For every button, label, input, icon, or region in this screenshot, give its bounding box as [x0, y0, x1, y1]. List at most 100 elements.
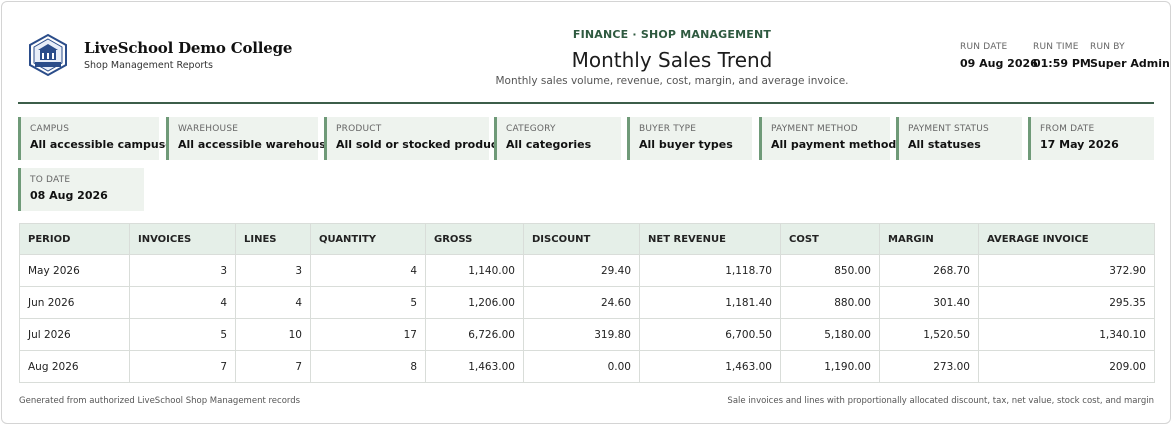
filter-label: TO DATE [30, 175, 71, 185]
run-date: RUN DATE 09 Aug 2026 [960, 42, 1038, 70]
table-row: Jul 2026 5 10 17 6,726.00 319.80 6,700.5… [19, 318, 1155, 351]
column-header: MARGIN [879, 223, 979, 255]
lines-cell: 4 [235, 286, 311, 319]
report-kicker: FINANCE · SHOP MANAGEMENT [572, 28, 772, 41]
filter-label: PAYMENT STATUS [908, 124, 989, 134]
cost-cell: 5,180.00 [780, 318, 880, 351]
invoices-cell: 7 [129, 350, 236, 383]
net-revenue-cell: 1,118.70 [639, 254, 781, 287]
run-time: RUN TIME 01:59 PM [1033, 42, 1091, 70]
run-by-label: RUN BY [1090, 42, 1125, 52]
cost-cell: 1,190.00 [780, 350, 880, 383]
filter-value: 08 Aug 2026 [30, 189, 108, 202]
invoices-cell: 5 [129, 318, 236, 351]
page-title: Monthly Sales Trend [571, 48, 773, 72]
filter-value: All accessible campuses [30, 138, 180, 151]
invoices-cell: 3 [129, 254, 236, 287]
filter-value: 17 May 2026 [1040, 138, 1119, 151]
footer-method-note: Sale invoices and lines with proportiona… [727, 396, 1154, 406]
period-cell: Jun 2026 [19, 286, 130, 319]
table-header-row: PERIOD INVOICES LINES QUANTITY GROSS DIS… [19, 223, 1155, 255]
college-name: LiveSchool Demo College [84, 39, 293, 57]
filter-label: PAYMENT METHOD [771, 124, 858, 134]
column-header: AVERAGE INVOICE [978, 223, 1155, 255]
column-header: QUANTITY [310, 223, 426, 255]
filter-label: CATEGORY [506, 124, 556, 134]
quantity-cell: 5 [310, 286, 426, 319]
period-cell: Jul 2026 [19, 318, 130, 351]
period-cell: May 2026 [19, 254, 130, 287]
column-header: INVOICES [129, 223, 236, 255]
lines-cell: 7 [235, 350, 311, 383]
table-row: Jun 2026 4 4 5 1,206.00 24.60 1,181.40 8… [19, 286, 1155, 319]
filter-category: CATEGORY All categories [494, 117, 621, 160]
college-crest-icon [29, 33, 67, 77]
average-invoice-cell: 295.35 [978, 286, 1155, 319]
filter-value: All categories [506, 138, 592, 151]
column-header: COST [780, 223, 880, 255]
filter-from-date: FROM DATE 17 May 2026 [1028, 117, 1154, 160]
filter-warehouse: WAREHOUSE All accessible warehouses [166, 117, 340, 160]
average-invoice-cell: 372.90 [978, 254, 1155, 287]
run-by-value: Super Admin [1090, 57, 1170, 70]
column-header: PERIOD [19, 223, 130, 255]
column-header: DISCOUNT [523, 223, 640, 255]
margin-cell: 1,520.50 [879, 318, 979, 351]
quantity-cell: 4 [310, 254, 426, 287]
column-header: GROSS [425, 223, 524, 255]
filter-to-date: TO DATE 08 Aug 2026 [18, 168, 144, 211]
gross-cell: 6,726.00 [425, 318, 524, 351]
discount-cell: 319.80 [523, 318, 640, 351]
run-date-value: 09 Aug 2026 [960, 57, 1038, 70]
filter-value: All accessible warehouses [178, 138, 340, 151]
net-revenue-cell: 6,700.50 [639, 318, 781, 351]
filter-value: All statuses [908, 138, 981, 151]
filter-label: FROM DATE [1040, 124, 1095, 134]
margin-cell: 268.70 [879, 254, 979, 287]
margin-cell: 301.40 [879, 286, 979, 319]
filter-value: All buyer types [639, 138, 733, 151]
report-subtitle: Monthly sales volume, revenue, cost, mar… [495, 75, 849, 87]
net-revenue-cell: 1,463.00 [639, 350, 781, 383]
lines-cell: 3 [235, 254, 311, 287]
column-header: LINES [235, 223, 311, 255]
header-divider [18, 102, 1154, 104]
table-row: Aug 2026 7 7 8 1,463.00 0.00 1,463.00 1,… [19, 350, 1155, 383]
filter-label: BUYER TYPE [639, 124, 697, 134]
filter-value: All payment methods [771, 138, 903, 151]
gross-cell: 1,206.00 [425, 286, 524, 319]
discount-cell: 0.00 [523, 350, 640, 383]
filter-value: All sold or stocked products [336, 138, 510, 151]
invoices-cell: 4 [129, 286, 236, 319]
filter-label: PRODUCT [336, 124, 382, 134]
discount-cell: 29.40 [523, 254, 640, 287]
filter-payment-method: PAYMENT METHOD All payment methods [759, 117, 903, 160]
gross-cell: 1,463.00 [425, 350, 524, 383]
table-row: May 2026 3 3 4 1,140.00 29.40 1,118.70 8… [19, 254, 1155, 287]
filter-payment-status: PAYMENT STATUS All statuses [896, 117, 1022, 160]
margin-cell: 273.00 [879, 350, 979, 383]
average-invoice-cell: 1,340.10 [978, 318, 1155, 351]
discount-cell: 24.60 [523, 286, 640, 319]
run-by: RUN BY Super Admin [1090, 42, 1170, 70]
filter-label: WAREHOUSE [178, 124, 239, 134]
period-cell: Aug 2026 [19, 350, 130, 383]
college-subtitle: Shop Management Reports [84, 60, 213, 71]
run-time-label: RUN TIME [1033, 42, 1079, 52]
filter-campus: CAMPUS All accessible campuses [18, 117, 180, 160]
average-invoice-cell: 209.00 [978, 350, 1155, 383]
gross-cell: 1,140.00 [425, 254, 524, 287]
cost-cell: 850.00 [780, 254, 880, 287]
column-header: NET REVENUE [639, 223, 781, 255]
quantity-cell: 17 [310, 318, 426, 351]
sales-trend-table: PERIOD INVOICES LINES QUANTITY GROSS DIS… [19, 223, 1155, 383]
net-revenue-cell: 1,181.40 [639, 286, 781, 319]
run-time-value: 01:59 PM [1033, 57, 1091, 70]
filter-buyer-type: BUYER TYPE All buyer types [627, 117, 752, 160]
quantity-cell: 8 [310, 350, 426, 383]
lines-cell: 10 [235, 318, 311, 351]
cost-cell: 880.00 [780, 286, 880, 319]
run-date-label: RUN DATE [960, 42, 1008, 52]
filter-label: CAMPUS [30, 124, 70, 134]
footer-source-note: Generated from authorized LiveSchool Sho… [19, 396, 301, 406]
